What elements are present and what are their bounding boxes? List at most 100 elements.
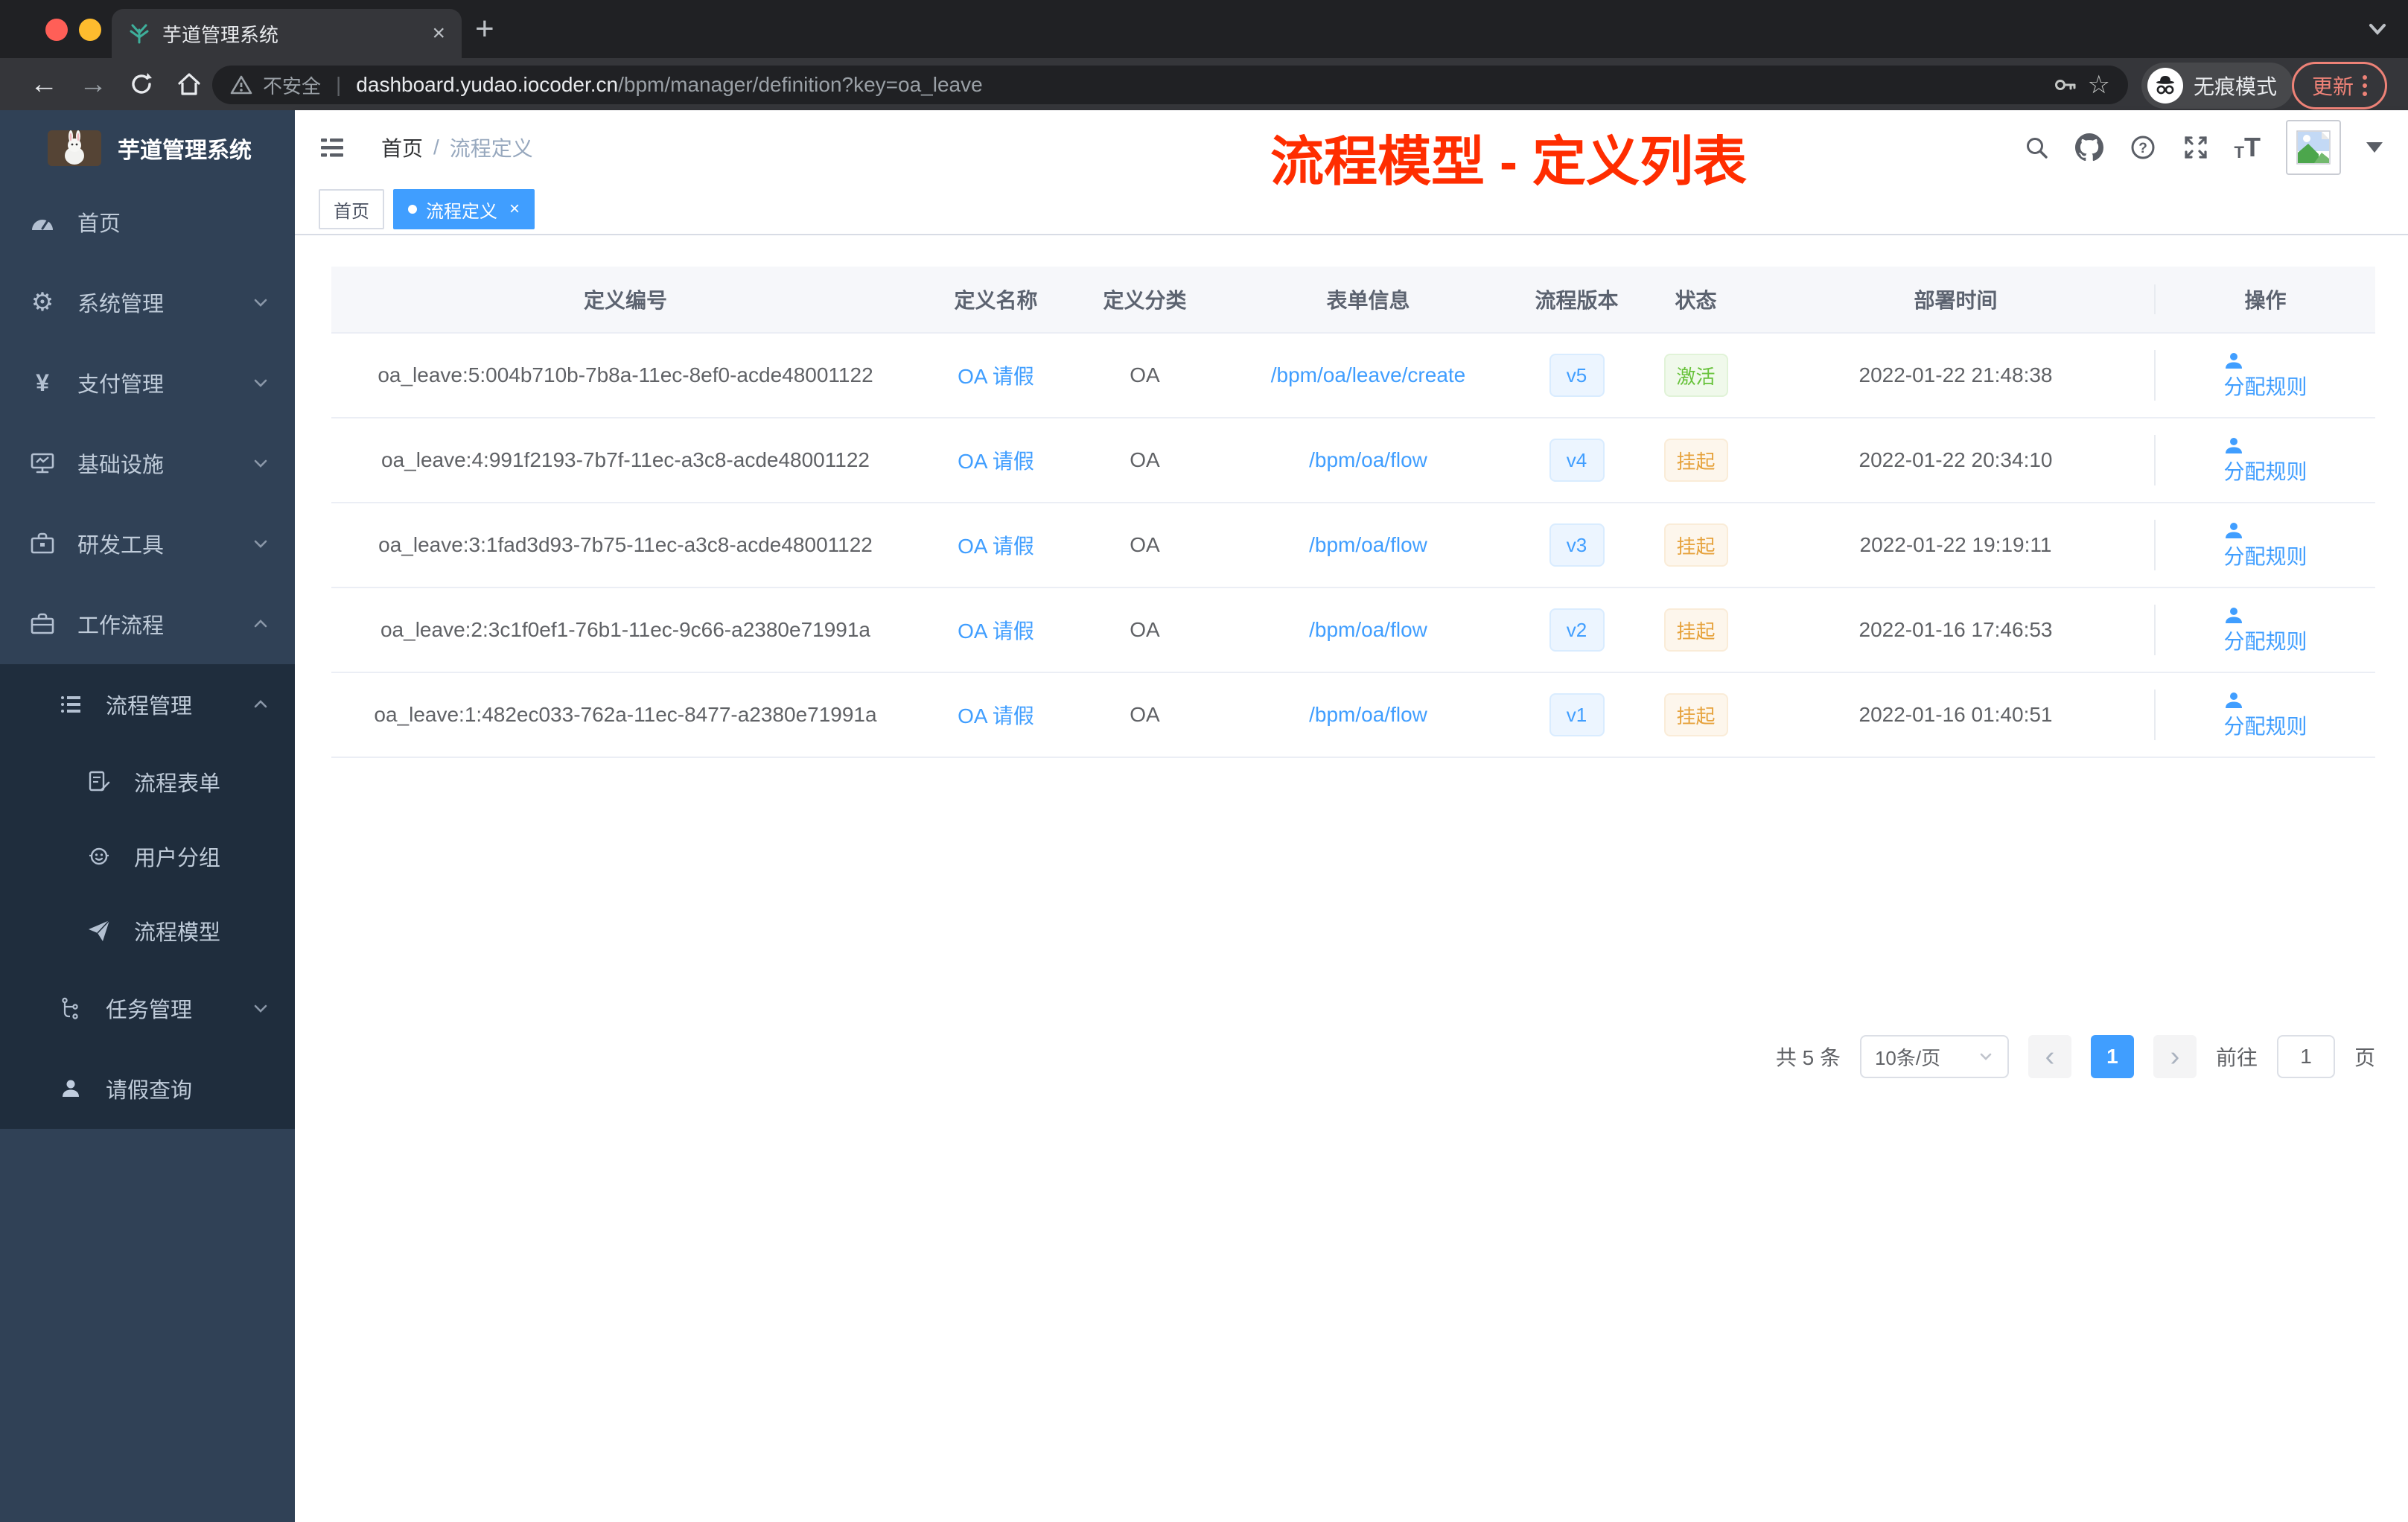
chevron-down-icon (252, 454, 270, 472)
next-page-button[interactable]: › (2153, 1035, 2197, 1078)
sidebar-item-payment[interactable]: ¥ 支付管理 (0, 343, 295, 423)
status-badge[interactable]: 激活 (1663, 354, 1728, 397)
page-size-select[interactable]: 10条/页 (1859, 1035, 2009, 1078)
sidebar-item-process-model[interactable]: 流程模型 (0, 894, 295, 968)
form-document-icon (86, 770, 112, 794)
sidebar: 芋道管理系统 首页 ⚙ 系统管理 ¥ 支付管理 基础设施 研发工具 工作流程 流… (0, 110, 295, 1522)
assign-rule-link[interactable]: 分配规则 (2223, 435, 2307, 485)
url-bar[interactable]: 不安全 | dashboard.yudao.iocoder.cn/bpm/man… (212, 66, 2128, 104)
definition-id: oa_leave:3:1fad3d93-7b75-11ec-a3c8-acde4… (378, 533, 873, 556)
sidebar-item-label: 用户分组 (134, 847, 221, 870)
column-header-status: 状态 (1675, 289, 1717, 312)
sidebar-item-dev-tools[interactable]: 研发工具 (0, 503, 295, 584)
status-badge[interactable]: 挂起 (1663, 608, 1728, 652)
home-button[interactable] (176, 71, 203, 98)
tab-search-chevron-icon[interactable] (2365, 19, 2390, 39)
window-minimize-button[interactable] (79, 19, 101, 41)
forward-button[interactable]: → (79, 70, 107, 98)
help-icon[interactable]: ? (2129, 133, 2157, 162)
github-icon[interactable] (2074, 133, 2103, 162)
sidebar-item-workflow[interactable]: 工作流程 (0, 584, 295, 664)
goto-page-input[interactable] (2276, 1035, 2335, 1078)
status-badge[interactable]: 挂起 (1663, 693, 1728, 736)
browser-tab[interactable]: 芋道管理系统 × (112, 9, 462, 58)
font-size-icon[interactable]: TT (2235, 134, 2261, 161)
deploy-time: 2022-01-22 20:34:10 (1858, 448, 2053, 471)
sidebar-item-task-management[interactable]: 任务管理 (0, 968, 295, 1048)
sidebar-logo: 芋道管理系统 (0, 110, 295, 186)
tag-close-icon[interactable]: × (509, 199, 520, 220)
prev-page-button[interactable]: ‹ (2028, 1035, 2071, 1078)
favicon-icon (128, 22, 150, 45)
broken-image-icon (2296, 130, 2331, 165)
dashboard-icon (30, 211, 55, 233)
status-badge[interactable]: 挂起 (1663, 523, 1728, 567)
update-label: 更新 (2311, 75, 2354, 98)
page: 芋道管理系统 × + ← → 不安全 | dashboard.yudao.ioc… (0, 0, 2408, 1522)
reload-button[interactable] (128, 71, 155, 98)
page-number-button[interactable]: 1 (2090, 1035, 2134, 1078)
fullscreen-icon[interactable] (2182, 134, 2209, 161)
chevron-down-icon (252, 535, 270, 553)
sidebar-item-label: 流程管理 (106, 695, 193, 719)
definition-name-link[interactable]: OA 请假 (958, 700, 1034, 730)
version-badge: v5 (1549, 354, 1605, 397)
sidebar-item-user-group[interactable]: 用户分组 (0, 819, 295, 894)
form-link[interactable]: /bpm/oa/flow (1309, 618, 1427, 642)
breadcrumb-current: 流程定义 (449, 137, 533, 160)
sidebar-item-home[interactable]: 首页 (0, 182, 295, 262)
sidebar-item-infrastructure[interactable]: 基础设施 (0, 423, 295, 503)
tag-process-definition[interactable]: 流程定义 × (393, 189, 535, 229)
tab-title: 芋道管理系统 (162, 23, 279, 46)
user-avatar[interactable] (2286, 120, 2341, 175)
password-key-icon[interactable] (2052, 72, 2077, 98)
sidebar-toggle-hamburger-icon[interactable] (317, 133, 347, 162)
active-dot-icon (408, 205, 417, 214)
tag-label: 流程定义 (426, 201, 497, 222)
chevron-down-icon (252, 374, 270, 392)
status-badge[interactable]: 挂起 (1663, 439, 1728, 482)
form-link[interactable]: /bpm/oa/flow (1309, 703, 1427, 727)
new-tab-button[interactable]: + (475, 10, 494, 48)
definition-category: OA (1130, 363, 1160, 386)
assign-rule-link[interactable]: 分配规则 (2223, 690, 2307, 740)
column-header-name: 定义名称 (954, 289, 1038, 312)
sidebar-item-system[interactable]: ⚙ 系统管理 (0, 262, 295, 343)
list-icon (58, 692, 83, 716)
sidebar-item-label: 工作流程 (77, 614, 165, 638)
version-badge: v1 (1549, 693, 1605, 736)
definition-name-link[interactable]: OA 请假 (958, 445, 1034, 475)
goto-label: 前往 (2215, 1046, 2258, 1069)
tab-close-icon[interactable]: × (432, 22, 445, 45)
tag-home[interactable]: 首页 (319, 189, 384, 229)
sidebar-item-leave-query[interactable]: 请假查询 (0, 1048, 295, 1129)
back-button[interactable]: ← (30, 70, 58, 98)
sidebar-item-process-management[interactable]: 流程管理 (0, 664, 295, 745)
pagination: 共 5 条 10条/页 ‹ 1 › 前往 页 (331, 1035, 2375, 1078)
svg-text:?: ? (2138, 141, 2147, 156)
definition-id: oa_leave:4:991f2193-7b7f-11ec-a3c8-acde4… (381, 448, 870, 471)
bookmark-star-icon[interactable]: ☆ (2088, 70, 2110, 100)
main-area: 首页 / 流程定义 ? T T 流程模型 - 定义列表 首页 流程定义 × 定义… (295, 110, 2408, 1522)
definition-name-link[interactable]: OA 请假 (958, 530, 1034, 560)
incognito-label: 无痕模式 (2194, 75, 2278, 98)
sidebar-item-label: 基础设施 (77, 453, 165, 477)
definition-name-link[interactable]: OA 请假 (958, 615, 1034, 645)
sidebar-item-process-form[interactable]: 流程表单 (0, 745, 295, 819)
user-icon (2226, 692, 2243, 708)
assign-rule-link[interactable]: 分配规则 (2223, 605, 2307, 655)
assign-rule-link[interactable]: 分配规则 (2223, 520, 2307, 570)
avatar-caret-down-icon[interactable] (2366, 142, 2383, 153)
form-link[interactable]: /bpm/oa/flow (1309, 533, 1427, 557)
form-link[interactable]: /bpm/oa/leave/create (1271, 363, 1466, 387)
definition-name-link[interactable]: OA 请假 (958, 360, 1034, 390)
definition-table: 定义编号 定义名称 定义分类 表单信息 流程版本 状态 部署时间 操作 oa_l… (331, 267, 2375, 758)
app-title: 芋道管理系统 (118, 138, 252, 163)
breadcrumb-home[interactable]: 首页 (381, 133, 423, 162)
assign-rule-link[interactable]: 分配规则 (2223, 350, 2307, 401)
form-link[interactable]: /bpm/oa/flow (1309, 448, 1427, 472)
window-close-button[interactable] (45, 19, 68, 41)
definition-id: oa_leave:1:482ec033-762a-11ec-8477-a2380… (374, 703, 877, 726)
column-header-deploy-time: 部署时间 (1914, 289, 1998, 312)
browser-update-menu-button[interactable]: 更新 (2292, 62, 2387, 109)
